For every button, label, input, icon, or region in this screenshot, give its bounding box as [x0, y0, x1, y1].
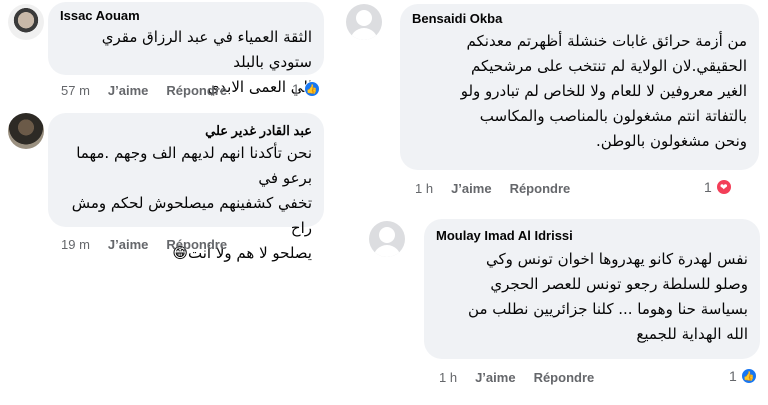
reply-button[interactable]: Répondre [534, 370, 595, 385]
like-button[interactable]: J’aime [108, 237, 148, 252]
like-button[interactable]: J’aime [451, 181, 491, 196]
like-button[interactable]: J’aime [475, 370, 515, 385]
comment-bubble: عبد القادر غدير علي نحن تأكدنا انهم لديه… [48, 113, 324, 262]
reaction-summary[interactable]: 1 👍 [729, 368, 757, 384]
avatar[interactable] [369, 221, 405, 257]
reaction-summary[interactable]: 1 ❤ [704, 179, 732, 195]
reaction-count: 1 [729, 368, 737, 384]
avatar[interactable] [346, 4, 382, 40]
comment-text: من أزمة حرائق غابات خنشلة أظهرتم معدنكم … [460, 32, 747, 150]
avatar[interactable] [8, 4, 44, 40]
comment-actions: 1 h J’aime Répondre [439, 370, 594, 385]
comment-time[interactable]: 1 h [415, 181, 433, 196]
like-reaction-icon: 👍 [303, 81, 320, 97]
comment-author[interactable]: Moulay Imad Al Idrissi [436, 228, 748, 243]
comment-author[interactable]: Issac Aouam [60, 8, 312, 23]
comment-actions: 19 m J’aime Répondre [61, 237, 227, 252]
reaction-summary[interactable]: 1 👍 [292, 81, 320, 97]
comment-text: نفس لهدرة كانو يهدروها اخوان تونس وكي وص… [468, 250, 748, 343]
comment-author[interactable]: عبد القادر غدير علي [60, 123, 312, 139]
love-reaction-icon: ❤ [715, 179, 732, 195]
comment-actions: 1 h J’aime Répondre [415, 181, 570, 196]
reply-button[interactable]: Répondre [510, 181, 571, 196]
reply-button[interactable]: Répondre [166, 83, 227, 98]
comment-bubble: Moulay Imad Al Idrissi نفس لهدرة كانو يه… [424, 219, 760, 359]
like-reaction-icon: 👍 [740, 368, 757, 384]
comment-actions: 57 m J’aime Répondre [61, 83, 227, 98]
reaction-count: 1 [292, 81, 300, 97]
reaction-count: 1 [704, 179, 712, 195]
comment-author[interactable]: Bensaidi Okba [412, 11, 747, 26]
comment-time[interactable]: 1 h [439, 370, 457, 385]
like-button[interactable]: J’aime [108, 83, 148, 98]
comment-bubble: Bensaidi Okba من أزمة حرائق غابات خنشلة … [400, 4, 759, 170]
comment-time[interactable]: 19 m [61, 237, 90, 252]
avatar[interactable] [8, 113, 44, 149]
comment-bubble: Issac Aouam الثقة العمياء في عبد الرزاق … [48, 2, 324, 96]
comment-time[interactable]: 57 m [61, 83, 90, 98]
reply-button[interactable]: Répondre [166, 237, 227, 252]
